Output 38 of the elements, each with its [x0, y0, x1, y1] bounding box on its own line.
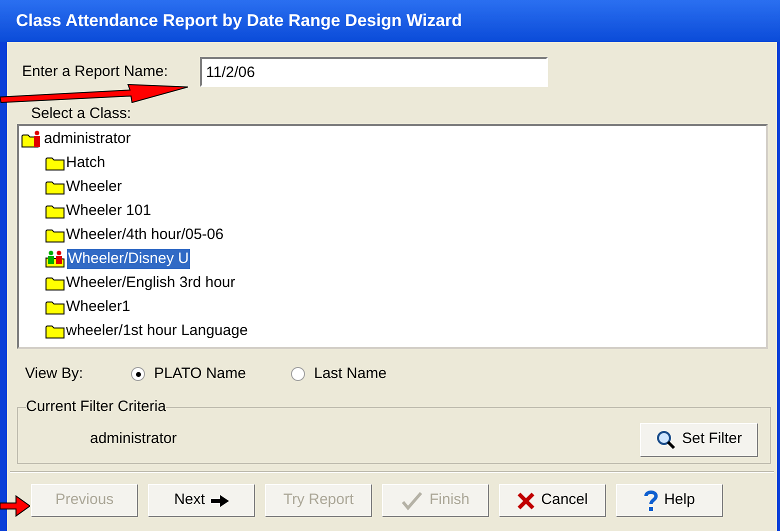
folder-icon — [45, 179, 65, 195]
tree-item[interactable]: Wheeler 101 — [65, 201, 152, 221]
wizard-button[interactable]: Cancel — [499, 484, 606, 517]
question-mark-icon — [644, 490, 658, 512]
radio-label: PLATO Name — [154, 364, 246, 384]
set-filter-button[interactable]: Set Filter — [640, 422, 758, 456]
folder-icon — [45, 323, 65, 339]
report-name-field[interactable]: 11/2/06 — [200, 57, 548, 87]
checkmark-icon — [401, 490, 424, 510]
radio-label: Last Name — [314, 364, 387, 384]
tree-item[interactable]: Wheeler/English 3rd hour — [65, 273, 236, 293]
folder-person-icon — [21, 130, 43, 148]
tree-item[interactable]: Wheeler — [65, 177, 123, 197]
folder-people-icon — [45, 250, 67, 268]
pointer-arrow — [0, 494, 30, 518]
radio-button[interactable] — [291, 367, 305, 381]
view-by-label: View By: — [25, 364, 84, 384]
folder-icon — [45, 203, 65, 219]
right-arrow-icon — [210, 494, 229, 506]
x-icon — [517, 492, 536, 510]
tree-item[interactable]: wheeler/1st hour Language — [65, 321, 249, 341]
field-label: Enter a Report Name: — [22, 62, 169, 82]
folder-icon — [45, 155, 65, 171]
folder-icon — [45, 227, 65, 243]
tree-label: Select a Class: — [31, 104, 132, 123]
wizard-button[interactable]: Help — [616, 484, 723, 517]
tree-item[interactable]: administrator — [43, 129, 132, 149]
tree-item[interactable]: Hatch — [65, 153, 106, 173]
tree-item[interactable]: Wheeler/4th hour/05-06 — [65, 225, 225, 245]
magnifier-icon — [656, 430, 676, 450]
filter-value: administrator — [90, 429, 178, 450]
folder-icon — [45, 299, 65, 315]
folder-icon — [45, 275, 65, 291]
wizard-button[interactable]: Next — [148, 484, 255, 517]
tree-item[interactable]: Wheeler1 — [65, 297, 132, 317]
radio-button[interactable] — [131, 367, 145, 381]
window-title: Class Attendance Report by Date Range Design Wizard — [16, 10, 462, 32]
tree-item[interactable]: Wheeler/Disney U — [67, 249, 190, 269]
